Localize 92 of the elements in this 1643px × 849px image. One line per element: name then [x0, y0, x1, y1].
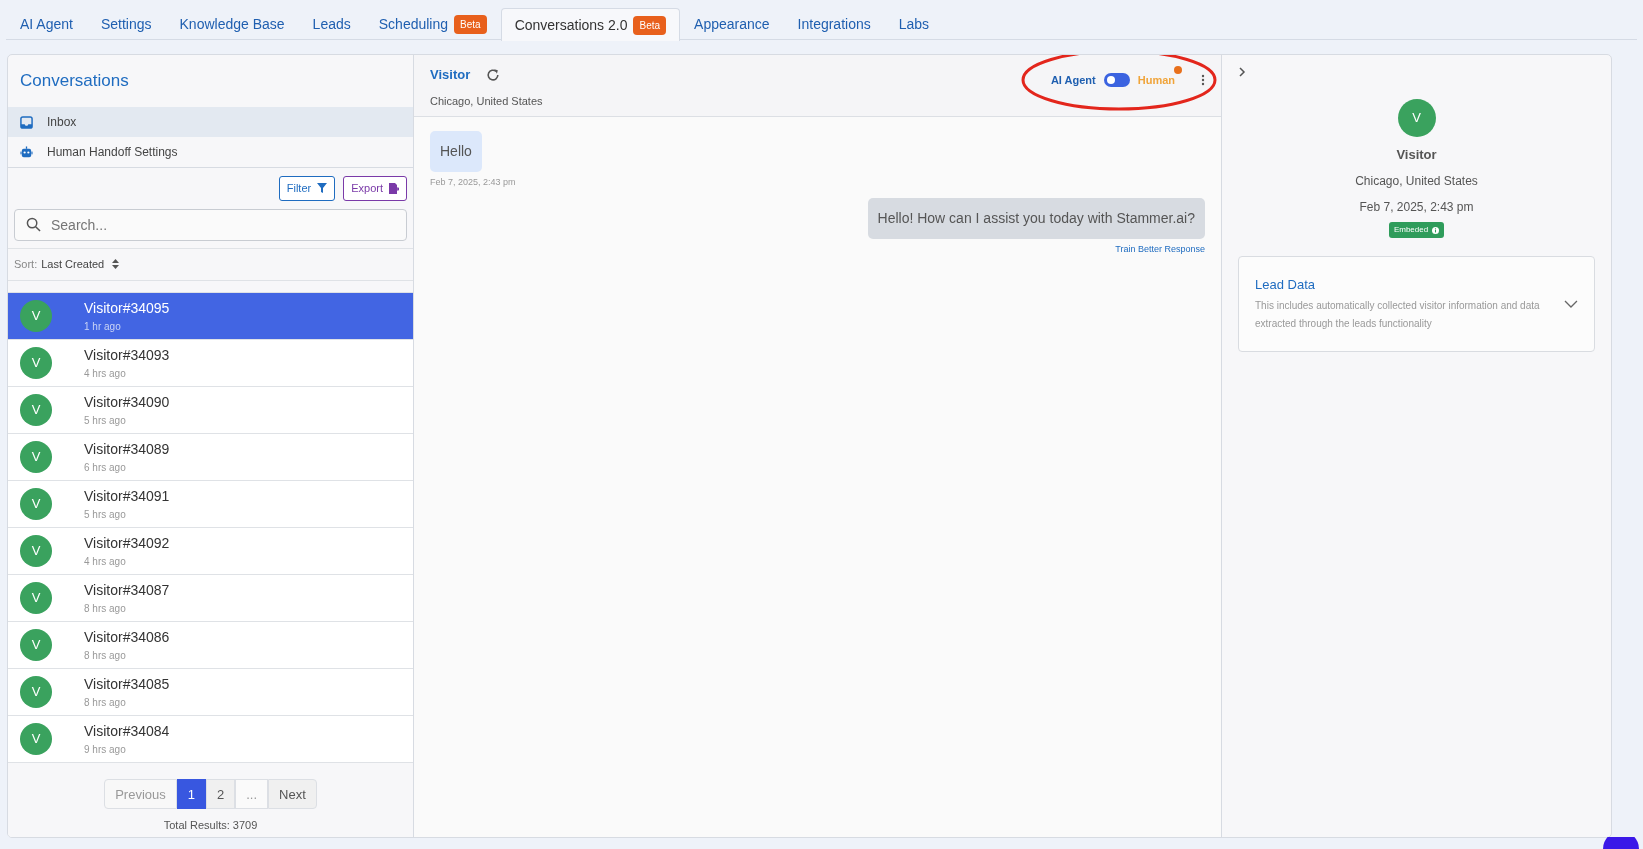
lead-data-title: Lead Data — [1255, 276, 1316, 294]
conversation-item[interactable]: V Visitor#34091 5 hrs ago — [8, 480, 413, 528]
avatar: V — [20, 675, 52, 708]
conversation-time: 6 hrs ago — [84, 460, 127, 475]
sort-label: Sort: — [14, 256, 38, 272]
total-results: Total Results: 3709 — [163, 817, 258, 833]
message-bubble: Hello — [430, 131, 482, 172]
visitor-name: Visitor — [430, 66, 471, 84]
avatar: V — [20, 346, 52, 379]
conversation-time: 9 hrs ago — [84, 742, 127, 757]
panel-title: Conversations — [20, 70, 129, 93]
avatar: V — [20, 393, 52, 426]
visitor-name: Visitor#34092 — [84, 533, 170, 553]
tab[interactable]: AI Agent — [6, 8, 87, 40]
tab[interactable]: Knowledge Base — [165, 8, 299, 40]
tab[interactable]: Scheduling Beta — [364, 8, 501, 40]
visitor-name: Visitor#34093 — [84, 345, 170, 365]
page-button[interactable]: 2 — [206, 778, 236, 809]
avatar: V — [1397, 98, 1436, 137]
chat-launcher-icon[interactable] — [1603, 837, 1639, 849]
avatar: V — [20, 722, 52, 755]
visitor-name: Visitor#34091 — [84, 486, 170, 506]
filter-icon — [317, 183, 328, 194]
conversation-item[interactable]: V Visitor#34086 8 hrs ago — [8, 621, 413, 669]
message-time: Feb 7, 2025, 2:43 pm — [430, 176, 516, 189]
beta-badge: Beta — [633, 15, 667, 35]
visitor-name: Visitor#34089 — [84, 439, 170, 459]
visitor-name: Visitor#34085 — [84, 674, 170, 694]
search-icon — [26, 216, 41, 232]
tab[interactable]: Appearance — [680, 8, 784, 40]
avatar: V — [20, 440, 52, 473]
visitor-name: Visitor#34084 — [84, 721, 170, 741]
beta-badge: Beta — [454, 15, 487, 34]
sort-dropdown[interactable]: Last Created — [41, 255, 120, 273]
menu-item[interactable]: Inbox — [8, 107, 413, 137]
page-button[interactable]: 1 — [176, 778, 206, 809]
sort-icon — [112, 259, 120, 269]
lead-data-description: This includes automatically collected visitor information and data extracted through the leads functionality — [1255, 298, 1541, 331]
ai-agent-label: AI Agent — [1050, 72, 1096, 88]
robot-icon — [20, 145, 33, 159]
lead-data-card[interactable]: Lead Data This includes automatically collected visitor information and data extracted through the leads functionality — [1238, 256, 1595, 352]
avatar: V — [20, 487, 52, 520]
tab[interactable]: Settings — [86, 8, 166, 40]
visitor-date: Feb 7, 2025, 2:43 pm — [1359, 199, 1474, 216]
conversation-item[interactable]: V Visitor#34093 4 hrs ago — [8, 339, 413, 387]
filter-button[interactable]: Filter — [278, 176, 336, 201]
visitor-name: Visitor — [1396, 145, 1437, 164]
human-label: Human — [1137, 74, 1175, 87]
page-button[interactable]: Next — [268, 778, 317, 809]
conversation-item[interactable]: V Visitor#34089 6 hrs ago — [8, 433, 413, 481]
embedded-badge: Embeded — [1388, 222, 1445, 238]
info-icon — [1432, 226, 1440, 234]
mode-toggle[interactable] — [1103, 73, 1130, 87]
export-file-icon — [389, 182, 399, 194]
conversation-time: 8 hrs ago — [84, 695, 127, 710]
conversation-item[interactable]: V Visitor#34095 1 hr ago — [8, 292, 413, 340]
refresh-icon[interactable] — [486, 67, 501, 82]
tab[interactable]: Labs — [884, 8, 944, 40]
menu-item[interactable]: Human Handoff Settings — [8, 137, 413, 167]
message-bubble: Hello! How can I assist you today with Stammer.ai? — [867, 197, 1205, 239]
visitor-name: Visitor#34087 — [84, 580, 170, 600]
conversation-time: 4 hrs ago — [84, 554, 127, 569]
tab[interactable]: Conversations 2.0 Beta — [500, 8, 681, 41]
export-button[interactable]: Export — [343, 176, 407, 201]
search-field[interactable]: Search... — [14, 208, 407, 241]
visitor-location: Chicago, United States — [1355, 173, 1478, 190]
conversation-time: 1 hr ago — [84, 319, 122, 334]
conversation-item[interactable]: V Visitor#34084 9 hrs ago — [8, 715, 413, 763]
avatar: V — [20, 299, 52, 332]
conversation-item[interactable]: V Visitor#34090 5 hrs ago — [8, 386, 413, 434]
conversation-time: 8 hrs ago — [84, 601, 127, 616]
visitor-name: Visitor#34095 — [84, 298, 170, 318]
conversation-time: 5 hrs ago — [84, 507, 127, 522]
visitor-location: Chicago, United States — [430, 93, 543, 109]
more-options-icon[interactable] — [1201, 74, 1205, 86]
tab[interactable]: Integrations — [783, 8, 885, 40]
conversation-item[interactable]: V Visitor#34085 8 hrs ago — [8, 668, 413, 716]
conversation-item[interactable]: V Visitor#34092 4 hrs ago — [8, 527, 413, 575]
conversation-item[interactable]: V Visitor#34087 8 hrs ago — [8, 574, 413, 622]
inbox-icon — [20, 115, 33, 129]
train-response-link[interactable]: Train Better Response — [1115, 242, 1205, 256]
avatar: V — [20, 534, 52, 567]
visitor-name: Visitor#34090 — [84, 392, 170, 412]
visitor-name: Visitor#34086 — [84, 627, 170, 647]
avatar: V — [20, 581, 52, 614]
avatar: V — [20, 628, 52, 661]
conversation-time: 8 hrs ago — [84, 648, 127, 663]
tab[interactable]: Leads — [298, 8, 365, 40]
conversation-time: 4 hrs ago — [84, 366, 127, 381]
alert-dot-icon — [1174, 66, 1182, 75]
expand-chevron-icon[interactable] — [1238, 66, 1246, 77]
conversation-time: 5 hrs ago — [84, 413, 127, 428]
